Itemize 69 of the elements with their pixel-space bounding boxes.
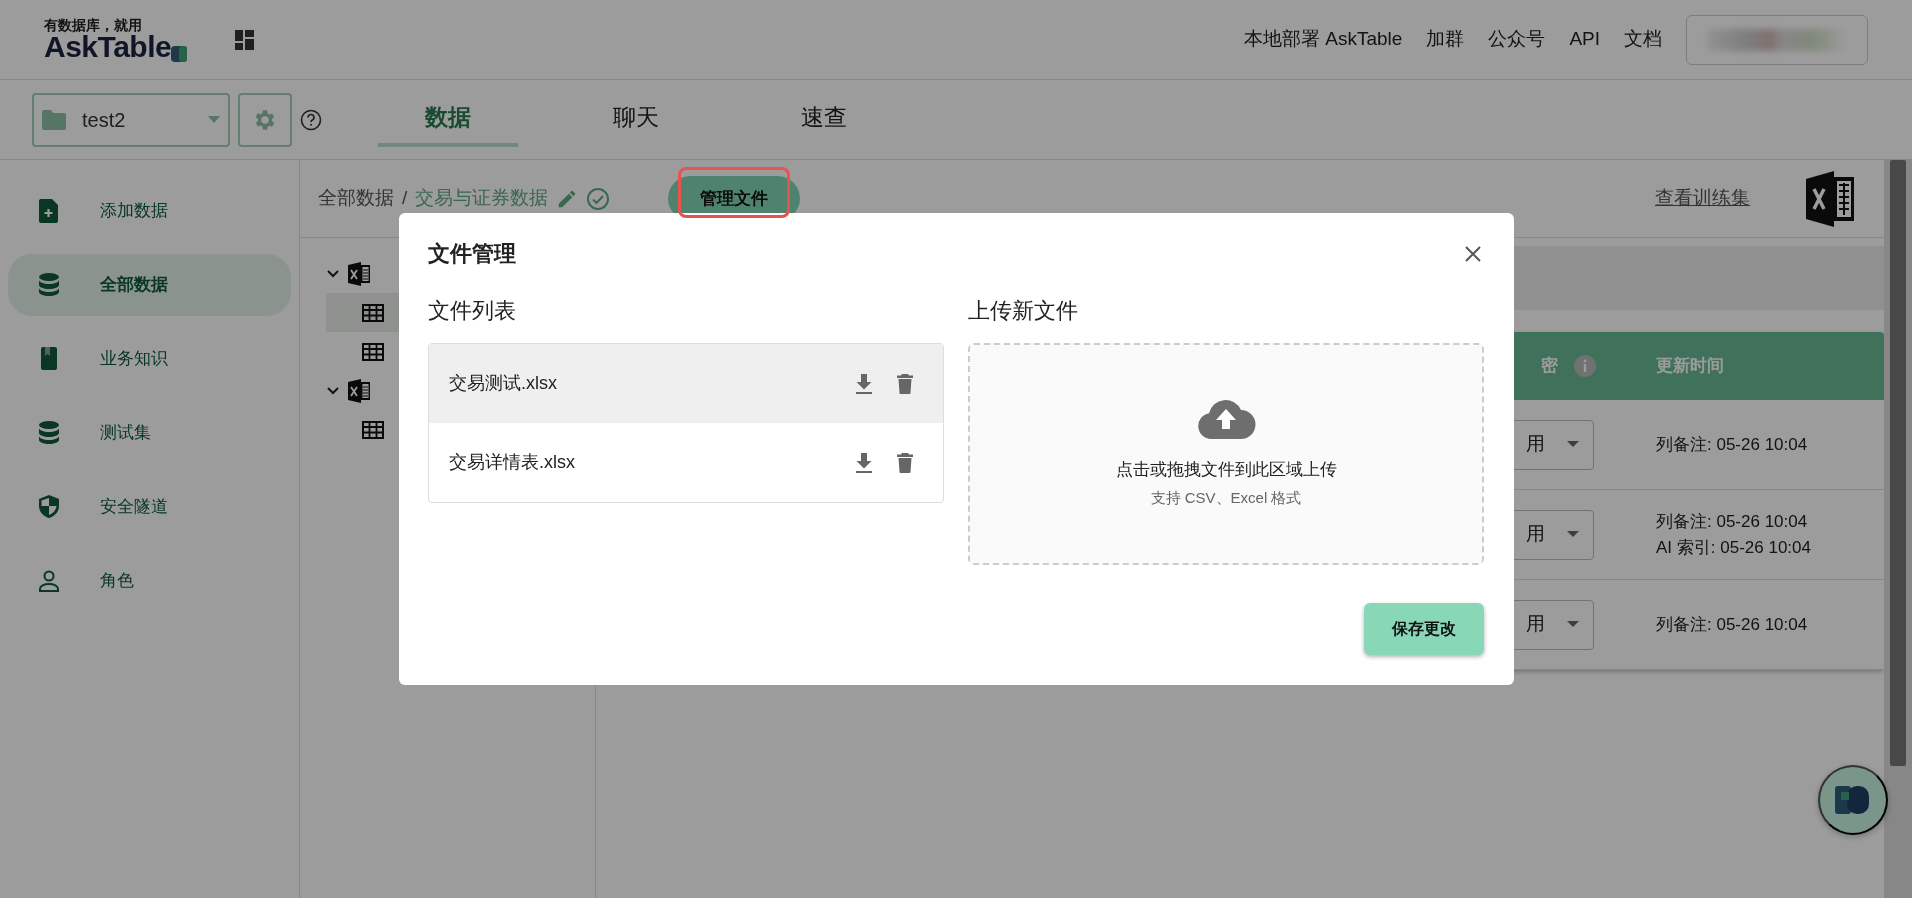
section-heading: 文件列表 [428, 297, 517, 325]
sidebar-item[interactable]: 添加数据 [8, 180, 291, 242]
breadcrumb-separator: / [402, 186, 408, 211]
sidebar-item[interactable]: 测试集 [8, 402, 291, 464]
table-icon [362, 303, 384, 322]
caret-icon [208, 115, 220, 124]
training-set-link[interactable]: 查看训练集 [1655, 184, 1750, 213]
database-icon [38, 273, 60, 297]
file-row[interactable]: 交易测试.xlsx [429, 344, 943, 423]
update-time: 列备注: 05-26 10:04 [1656, 613, 1809, 636]
file-add-icon [38, 199, 60, 223]
logo-mark-icon [1835, 786, 1871, 814]
nav-link[interactable]: 文档 [1624, 25, 1662, 54]
download-icon[interactable] [855, 373, 873, 394]
sidebar-item[interactable]: 安全隧道 [8, 476, 291, 538]
help-icon[interactable] [300, 108, 322, 131]
file-row[interactable]: 交易详情表.xlsx [429, 423, 943, 502]
caret-icon [1567, 441, 1579, 448]
close-icon [1464, 244, 1482, 263]
table-icon [362, 420, 384, 439]
sidebar-item[interactable]: 业务知识 [8, 328, 291, 390]
update-time: 列备注: 05-26 10:04 [1656, 433, 1809, 456]
chat-button[interactable] [1818, 765, 1888, 835]
tab[interactable]: 聊天 [566, 92, 706, 147]
logo-text: AskTable [44, 31, 172, 62]
folder-icon [42, 109, 66, 130]
column-header: 密 [1541, 355, 1558, 378]
check-circle-icon[interactable] [586, 186, 611, 211]
nav-link[interactable]: 本地部署 AskTable [1244, 25, 1403, 54]
save-button[interactable]: 保存更改 [1364, 603, 1484, 655]
modal-title: 文件管理 [428, 240, 516, 268]
breadcrumb-item[interactable]: 全部数据 [318, 184, 394, 213]
upload-dropzone[interactable]: 点击或拖拽文件到此区域上传 支持 CSV、Excel 格式 [968, 343, 1484, 565]
caret-icon [1567, 621, 1579, 628]
nav-link[interactable]: 加群 [1426, 25, 1465, 54]
dropzone-hint: 支持 CSV、Excel 格式 [1150, 487, 1302, 508]
table-icon [362, 342, 384, 361]
nav-link[interactable]: 公众号 [1488, 25, 1546, 54]
shield-icon [38, 495, 60, 519]
user-icon [38, 569, 60, 593]
sidebar-item[interactable]: 角色 [8, 550, 291, 612]
logo-tagline: 有数据库，就用 [44, 17, 143, 32]
column-header: 更新时间 [1655, 355, 1725, 378]
tab[interactable]: 速查 [754, 92, 894, 147]
logo-mark-icon [171, 45, 188, 62]
dropzone-text: 点击或拖拽文件到此区域上传 [1115, 459, 1337, 481]
chevron-icon[interactable] [326, 268, 340, 279]
update-time: 列备注: 05-26 10:04 [1656, 511, 1809, 533]
trash-icon[interactable] [897, 452, 913, 473]
info-icon [1574, 355, 1596, 377]
cloud-upload-icon [1196, 399, 1256, 439]
section-heading: 上传新文件 [968, 297, 1079, 325]
trash-icon[interactable] [897, 373, 913, 394]
caret-icon [1567, 531, 1579, 538]
spreadsheet-file-icon[interactable] [1806, 170, 1854, 227]
spreadsheet-file-icon [348, 261, 370, 286]
nav-link[interactable]: API [1569, 25, 1600, 54]
sidebar-item[interactable]: 全部数据 [8, 254, 291, 316]
grid-menu-icon[interactable] [235, 29, 256, 50]
scrollbar-thumb[interactable] [1890, 160, 1906, 766]
project-select[interactable]: test2 [32, 92, 230, 147]
tab[interactable]: 数据 [378, 92, 518, 147]
breadcrumb-item: 交易与证券数据 [415, 186, 549, 211]
book-icon [38, 347, 60, 371]
update-time: AI 索引: 05-26 10:04 [1656, 536, 1812, 559]
database-icon [38, 421, 60, 445]
spreadsheet-file-icon [348, 378, 370, 403]
chevron-icon[interactable] [326, 385, 340, 396]
download-icon[interactable] [855, 452, 873, 473]
